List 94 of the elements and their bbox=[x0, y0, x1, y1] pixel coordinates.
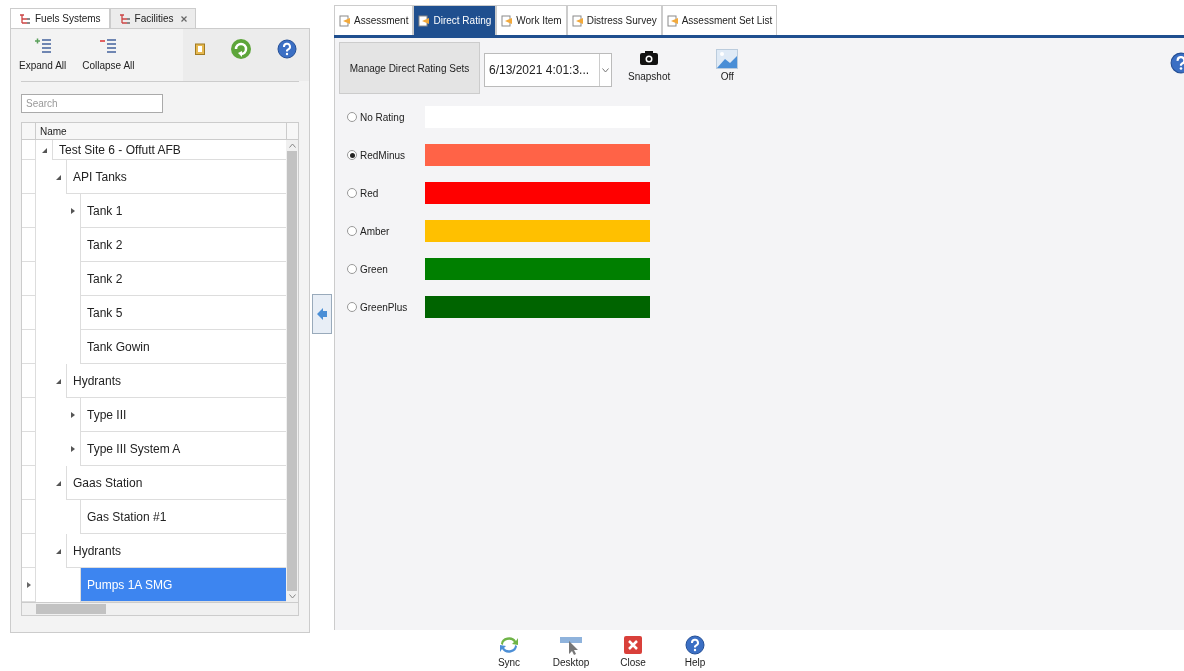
image-toggle-button[interactable]: Off bbox=[716, 49, 739, 84]
row-header-cell[interactable] bbox=[22, 364, 36, 398]
refresh-icon[interactable] bbox=[229, 38, 252, 60]
tree-item[interactable]: Hydrants bbox=[66, 364, 286, 398]
radio-button[interactable] bbox=[347, 264, 357, 274]
row-header-cell[interactable] bbox=[22, 500, 36, 534]
clipboard-icon[interactable] bbox=[194, 43, 205, 55]
content-tab[interactable]: Work Item bbox=[496, 5, 567, 35]
rating-label: Red bbox=[360, 186, 379, 201]
expand-list-icon bbox=[32, 37, 53, 54]
rating-label: GreenPlus bbox=[360, 300, 408, 315]
tree-icon bbox=[19, 12, 31, 25]
close-icon[interactable] bbox=[181, 15, 188, 22]
tree-item[interactable]: Hydrants bbox=[66, 534, 286, 568]
row-header-cell[interactable] bbox=[22, 228, 36, 262]
tree-item[interactable]: Tank Gowin bbox=[80, 330, 286, 364]
tree-item[interactable]: Type III System A bbox=[80, 432, 286, 466]
row-header-cell[interactable] bbox=[22, 160, 36, 194]
help-icon[interactable] bbox=[276, 39, 297, 59]
manage-sets-button[interactable]: Manage Direct Rating Sets bbox=[339, 42, 480, 94]
row-header-cell[interactable] bbox=[22, 296, 36, 330]
panel-tab[interactable]: Fuels Systems bbox=[10, 8, 110, 28]
rating-set-dropdown[interactable]: 6/13/2021 4:01:3... bbox=[484, 53, 612, 87]
tree-item[interactable]: Tank 2 bbox=[80, 262, 286, 296]
horizontal-scrollbar[interactable] bbox=[22, 602, 298, 615]
expanded-arrow-icon[interactable] bbox=[56, 548, 61, 554]
row-header-cell[interactable] bbox=[22, 194, 36, 228]
scroll-down-icon[interactable] bbox=[288, 594, 296, 599]
tree-item[interactable]: Pumps 1A SMG bbox=[80, 568, 286, 602]
rating-label: Green bbox=[360, 262, 388, 277]
collapsed-arrow-icon[interactable] bbox=[71, 208, 75, 214]
document-icon bbox=[571, 14, 584, 27]
row-header-cell[interactable] bbox=[22, 330, 36, 364]
bottom-bar-button[interactable]: Help bbox=[676, 635, 714, 670]
row-header-cell[interactable] bbox=[22, 140, 36, 160]
left-arrow-icon bbox=[316, 307, 328, 321]
tree-item[interactable]: Tank 1 bbox=[80, 194, 286, 228]
tree-icon bbox=[118, 12, 131, 25]
document-icon bbox=[339, 14, 351, 27]
row-indicator-icon bbox=[26, 581, 31, 588]
document-icon bbox=[666, 14, 679, 27]
tree-item[interactable]: API Tanks bbox=[66, 160, 286, 194]
tab-label: Fuels Systems bbox=[35, 12, 101, 26]
collapsed-arrow-icon[interactable] bbox=[71, 412, 75, 418]
expanded-arrow-icon[interactable] bbox=[56, 480, 61, 486]
radio-button[interactable] bbox=[347, 150, 357, 160]
collapse-panel-button[interactable] bbox=[312, 294, 332, 334]
row-header-cell[interactable] bbox=[22, 262, 36, 296]
row-header-cell[interactable] bbox=[22, 398, 36, 432]
expand-all-button[interactable]: Expand All bbox=[11, 29, 75, 81]
tree-item[interactable]: Gas Station #1 bbox=[80, 500, 286, 534]
collapse-list-icon bbox=[98, 37, 119, 54]
sync-icon bbox=[498, 635, 520, 655]
collapse-all-button[interactable]: Collapse All bbox=[74, 29, 143, 81]
scroll-up-icon[interactable] bbox=[288, 143, 296, 148]
rating-label: RedMinus bbox=[360, 148, 406, 163]
vertical-scrollbar[interactable] bbox=[286, 140, 298, 602]
document-icon bbox=[418, 14, 431, 27]
tree-item[interactable]: Tank 5 bbox=[80, 296, 286, 330]
panel-tab[interactable]: Facilities bbox=[109, 8, 197, 28]
bottom-bar-button[interactable]: Close bbox=[614, 635, 652, 670]
radio-button[interactable] bbox=[347, 188, 357, 198]
radio-button[interactable] bbox=[347, 226, 357, 236]
collapsed-arrow-icon[interactable] bbox=[71, 446, 75, 452]
row-header-cell[interactable] bbox=[22, 534, 36, 568]
camera-icon bbox=[639, 50, 660, 66]
tab-label: Facilities bbox=[134, 12, 174, 26]
help-icon[interactable] bbox=[685, 635, 705, 655]
row-header-cell[interactable] bbox=[22, 432, 36, 466]
content-tab[interactable]: Assessment Set List bbox=[661, 5, 778, 35]
radio-button[interactable] bbox=[347, 302, 357, 312]
tree-item[interactable]: Type III bbox=[80, 398, 286, 432]
snapshot-button[interactable]: Snapshot bbox=[628, 50, 671, 84]
bottom-bar-button[interactable]: Desktop bbox=[552, 635, 590, 670]
expanded-arrow-icon[interactable] bbox=[56, 174, 61, 180]
dropdown-caret-icon bbox=[602, 67, 609, 73]
content-tab[interactable]: Distress Survey bbox=[566, 5, 662, 35]
row-header-cell[interactable] bbox=[22, 466, 36, 500]
rating-label: No Rating bbox=[360, 110, 405, 125]
expanded-arrow-icon[interactable] bbox=[56, 378, 61, 384]
image-icon bbox=[716, 49, 739, 69]
desktop-cursor-icon bbox=[559, 635, 583, 655]
content-tab[interactable]: Direct Rating bbox=[413, 5, 497, 35]
content-tab[interactable]: Assessment bbox=[334, 5, 414, 35]
bottom-bar-button[interactable]: Sync bbox=[490, 635, 528, 670]
tree-item[interactable]: Gaas Station bbox=[66, 466, 286, 500]
tree-item[interactable]: Test Site 6 - Offutt AFB bbox=[52, 140, 286, 160]
document-icon bbox=[501, 14, 514, 27]
expanded-arrow-icon[interactable] bbox=[42, 147, 47, 153]
rating-label: Amber bbox=[360, 224, 390, 239]
radio-button[interactable] bbox=[347, 112, 357, 122]
search-field[interactable]: Search bbox=[21, 94, 163, 113]
close-icon bbox=[623, 635, 643, 655]
tree-item[interactable]: Tank 2 bbox=[80, 228, 286, 262]
